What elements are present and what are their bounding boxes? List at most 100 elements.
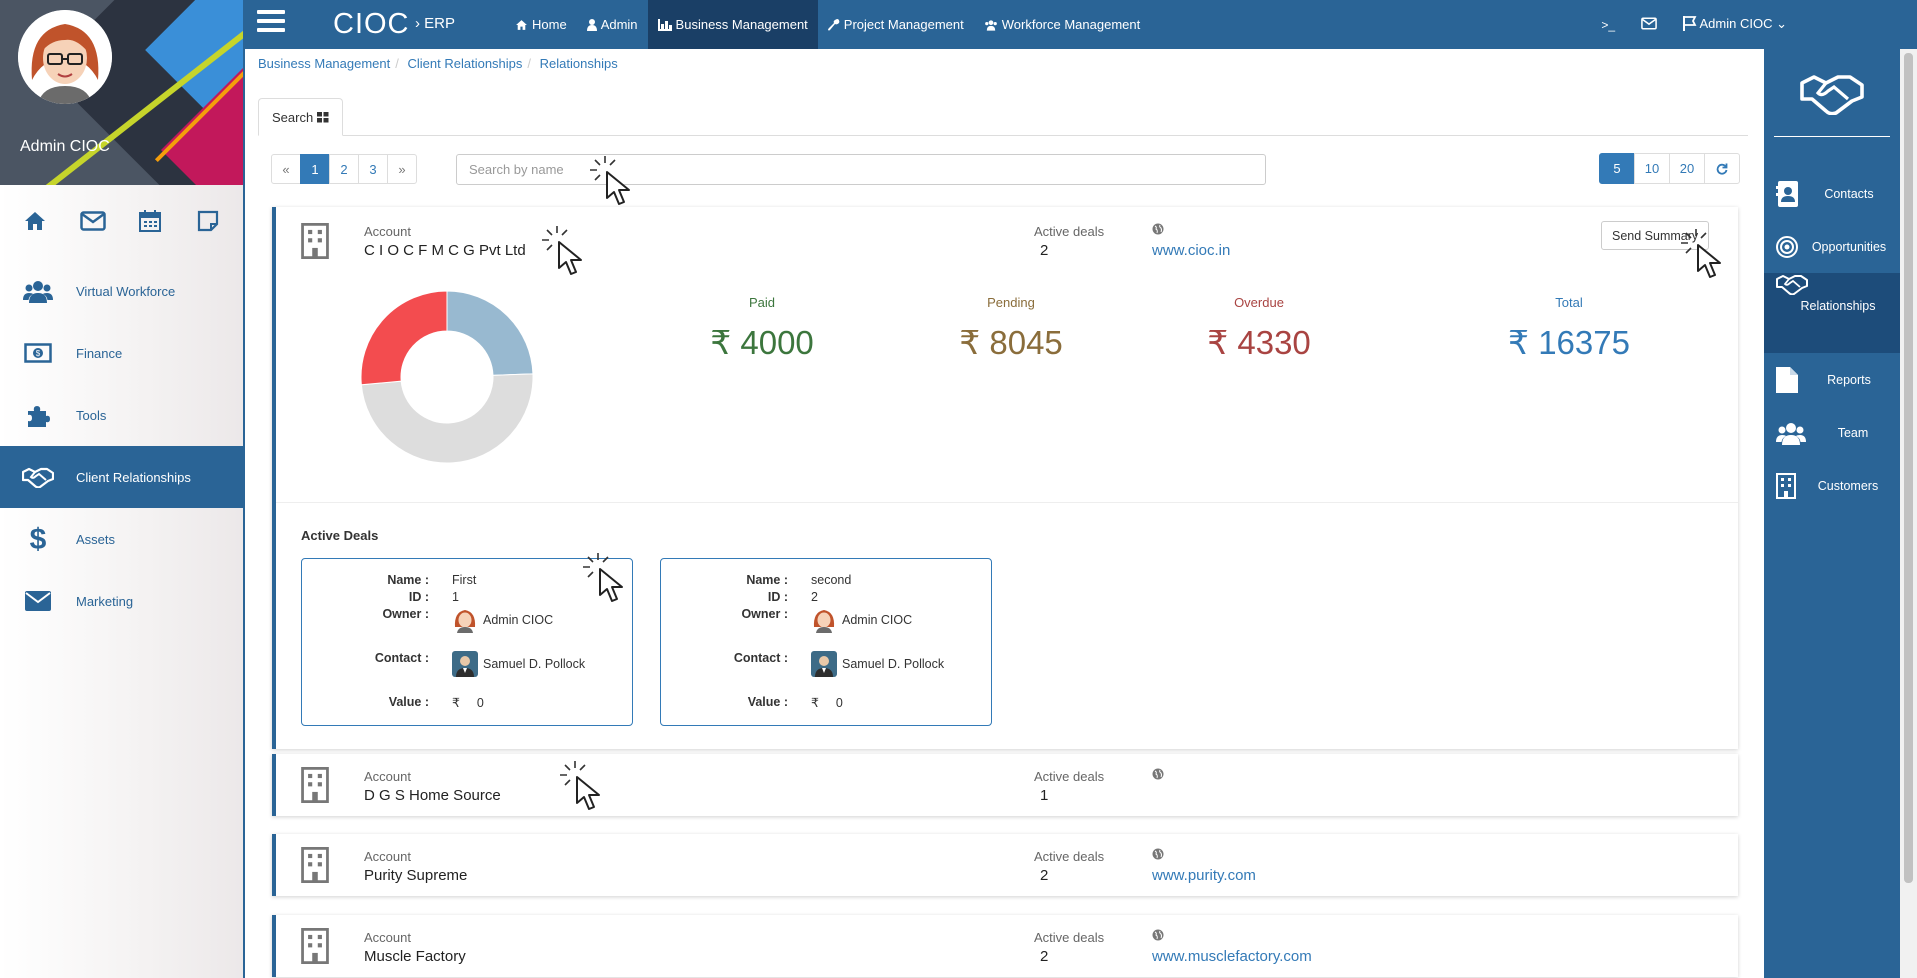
account-card[interactable]: Account Muscle Factory Active deals 2 ww…	[272, 915, 1738, 977]
account-card: Account C I O C F M C G Pvt Ltd Active d…	[272, 207, 1738, 749]
stat-value: ₹ 16375	[1508, 324, 1630, 361]
topnav-home[interactable]: Home	[505, 0, 577, 49]
active-deals-title: Active Deals	[301, 528, 379, 543]
stat-label: Paid	[748, 295, 776, 310]
account-name: Purity Supreme	[364, 867, 468, 884]
page-size-10[interactable]: 10	[1634, 153, 1670, 184]
top-nav: Home Admin Business Management Project M…	[505, 0, 1150, 49]
page-prev[interactable]: «	[271, 154, 301, 184]
topnav-project-management[interactable]: Project Management	[818, 0, 974, 49]
active-deals-label: Active deals	[1034, 769, 1105, 784]
account-header[interactable]: Account C I O C F M C G Pvt Ltd Active d…	[276, 207, 1738, 273]
active-deals-section: Active Deals Name : First ID : 1 Owner : A…	[276, 503, 1738, 749]
home-icon[interactable]	[20, 206, 50, 236]
building-icon	[301, 847, 329, 883]
envelope-icon[interactable]	[78, 206, 108, 236]
terminal-icon[interactable]: >_	[1601, 18, 1615, 32]
donut-slice-paid[interactable]	[446, 291, 533, 376]
menu-toggle-icon[interactable]	[257, 10, 285, 36]
active-deals-count: 1	[1040, 787, 1049, 804]
rightnav-opportunities[interactable]: Opportunities	[1764, 220, 1900, 273]
user-menu[interactable]: Admin CIOC ⌄	[1700, 16, 1788, 32]
sidebar-item-client-relationships[interactable]: Client Relationships	[0, 446, 243, 508]
avatar[interactable]	[18, 10, 112, 104]
owner-avatar	[452, 607, 478, 633]
stat-value: ₹ 4000	[710, 324, 814, 361]
svg-text:$: $	[36, 349, 41, 358]
account-website[interactable]: www.purity.com	[1152, 867, 1256, 884]
active-deals-count: 2	[1040, 867, 1049, 884]
users-icon	[22, 275, 54, 307]
send-summary-button[interactable]: Send Summary	[1601, 221, 1710, 250]
stat-pending: Pending ₹ 8045	[911, 295, 1111, 362]
deal-owner: Admin CIOC	[811, 607, 912, 633]
calendar-icon[interactable]	[135, 206, 165, 236]
donut-slice-overdue[interactable]	[361, 291, 448, 386]
rightnav-contacts[interactable]: Contacts	[1764, 167, 1900, 220]
breadcrumb-item[interactable]: Business Management	[258, 56, 390, 71]
home-icon	[516, 19, 527, 30]
tab-bar: Search	[258, 98, 1748, 136]
topnav-workforce-management[interactable]: Workforce Management	[974, 0, 1151, 49]
page-3[interactable]: 3	[358, 154, 388, 184]
page-1[interactable]: 1	[300, 154, 330, 184]
rightnav-relationships[interactable]: Relationships	[1764, 273, 1900, 353]
puzzle-icon	[22, 399, 54, 431]
users-icon	[984, 19, 997, 31]
account-label: Account	[364, 930, 411, 945]
deal-card[interactable]: Name : First ID : 1 Owner : Admin CIOC Con…	[301, 558, 633, 726]
globe-icon	[1152, 768, 1164, 780]
deal-owner: Admin CIOC	[452, 607, 553, 633]
sidebar-item-virtual-workforce[interactable]: Virtual Workforce	[0, 260, 243, 322]
breadcrumb-item[interactable]: Client Relationships	[408, 56, 523, 71]
rightnav-reports[interactable]: Reports	[1764, 353, 1900, 406]
profile-name: Admin CIOC	[20, 138, 110, 155]
refresh-button[interactable]	[1704, 153, 1740, 184]
sidebar-item-marketing[interactable]: Marketing	[0, 570, 243, 632]
account-website[interactable]: www.musclefactory.com	[1152, 948, 1312, 965]
breadcrumb-item[interactable]: Relationships	[540, 56, 618, 71]
stat-label: Total	[1555, 295, 1583, 310]
scrollbar[interactable]	[1900, 49, 1917, 978]
deal-id: 2	[811, 590, 818, 604]
sidebar-item-finance[interactable]: $ Finance	[0, 322, 243, 384]
money-icon: $	[22, 337, 54, 369]
sidebar-item-assets[interactable]: $ Assets	[0, 508, 243, 570]
account-website[interactable]: www.cioc.in	[1152, 242, 1230, 259]
contact-avatar	[811, 651, 837, 677]
rightnav-team[interactable]: Team	[1764, 406, 1900, 459]
active-deals-label: Active deals	[1034, 849, 1105, 864]
deal-contact: Samuel D. Pollock	[452, 651, 585, 677]
topnav-business-management[interactable]: Business Management	[647, 0, 818, 49]
account-name: D G S Home Source	[364, 787, 501, 804]
field-label: ID :	[408, 590, 429, 604]
deal-card[interactable]: Name : second ID : 2 Owner : Admin CIOC Co…	[660, 558, 992, 726]
page-next[interactable]: »	[387, 154, 417, 184]
stat-overdue: Overdue ₹ 4330	[1159, 295, 1359, 362]
stat-value: ₹ 8045	[959, 324, 1063, 361]
page-size-20[interactable]: 20	[1669, 153, 1705, 184]
sidebar-item-label: Finance	[76, 345, 123, 361]
main-content: Business Management / Client Relationship…	[247, 49, 1764, 978]
sticky-note-icon[interactable]	[193, 206, 223, 236]
account-card[interactable]: Account Purity Supreme Active deals 2 ww…	[272, 834, 1738, 896]
contact-avatar	[452, 651, 478, 677]
tab-search[interactable]: Search	[258, 98, 344, 136]
globe-icon	[1152, 929, 1164, 941]
search-input[interactable]	[456, 154, 1266, 185]
flag-icon[interactable]	[1683, 15, 1697, 34]
dollar-icon: $	[22, 523, 54, 555]
rightnav-customers[interactable]: Customers	[1764, 459, 1900, 512]
quick-actions	[0, 193, 243, 249]
donut-slice-pending[interactable]	[361, 373, 533, 463]
page-size-5[interactable]: 5	[1599, 153, 1635, 184]
account-card[interactable]: Account D G S Home Source Active deals 1	[272, 754, 1738, 816]
building-icon	[301, 928, 329, 964]
page-2[interactable]: 2	[329, 154, 359, 184]
topnav-admin[interactable]: Admin	[577, 0, 648, 49]
sidebar-item-tools[interactable]: Tools	[0, 384, 243, 446]
payment-donut-chart	[361, 291, 533, 463]
deal-value: ₹ 0	[811, 695, 843, 711]
brand-logo[interactable]: CIOC	[333, 8, 410, 41]
envelope-icon[interactable]	[1641, 17, 1657, 33]
